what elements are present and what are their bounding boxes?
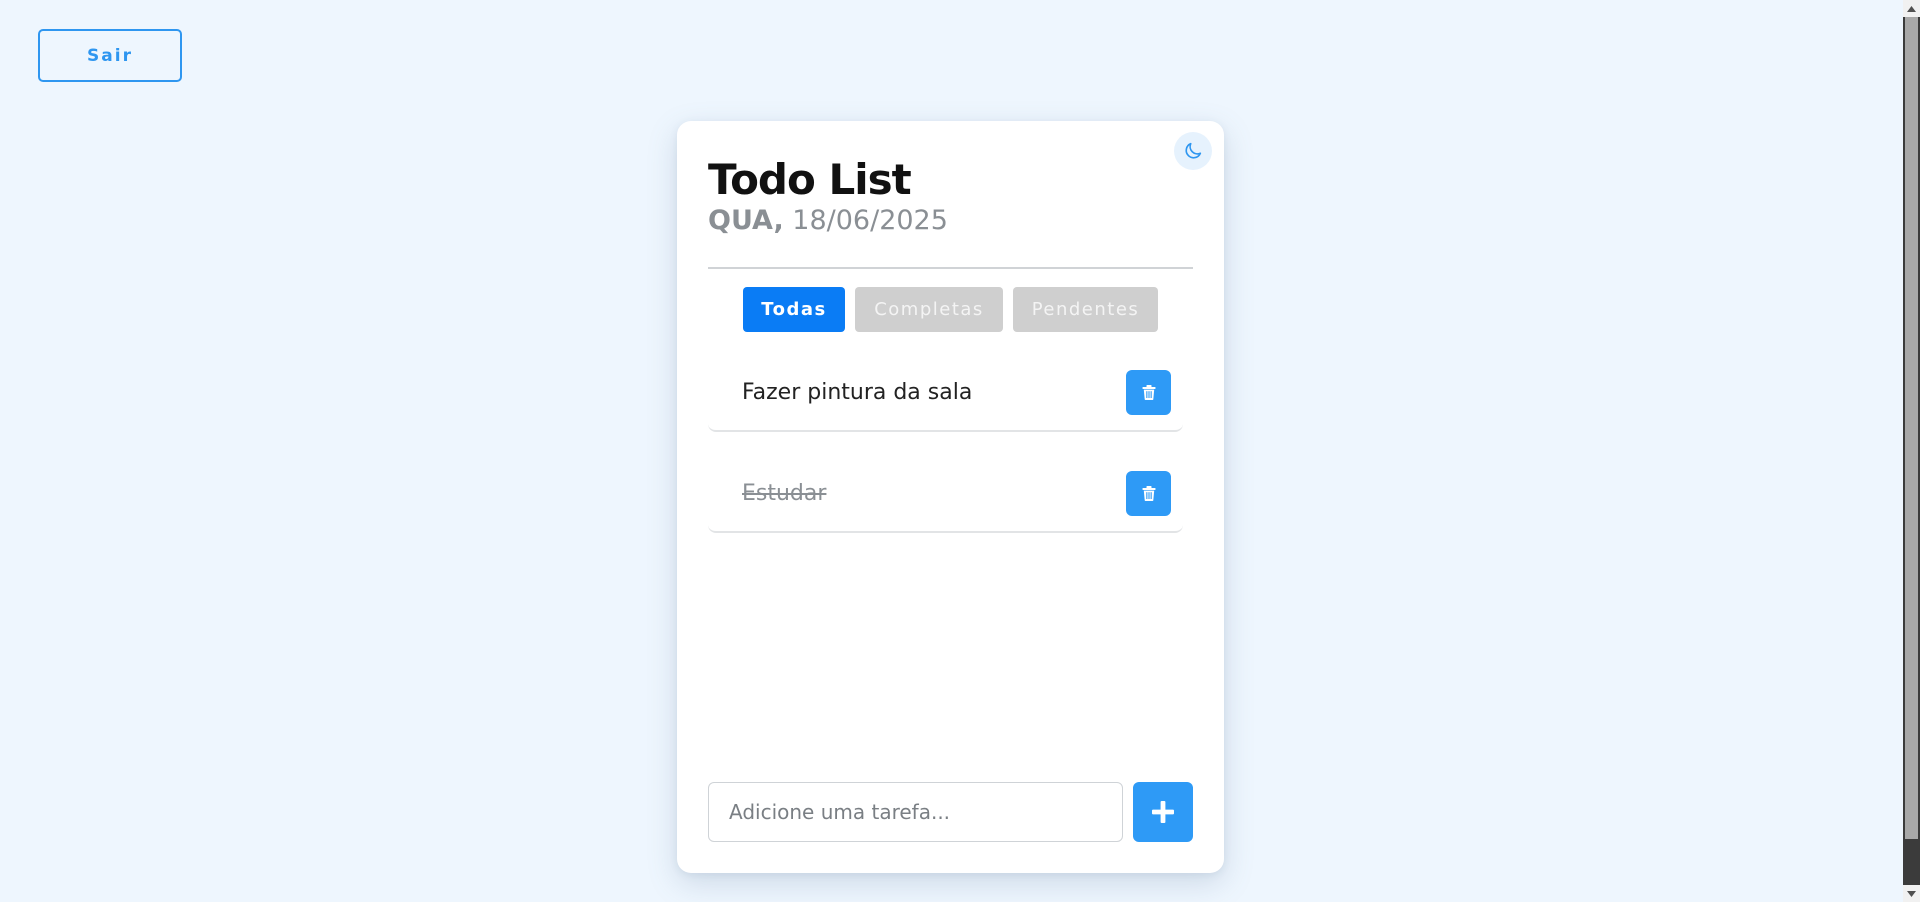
filter-completed-button[interactable]: Completas	[855, 287, 1003, 332]
todo-card: Todo List QUA, 18/06/2025 Todas Completa…	[677, 121, 1224, 873]
page-title: Todo List	[708, 155, 912, 204]
task-text[interactable]: Fazer pintura da sala	[742, 380, 972, 405]
current-date: QUA, 18/06/2025	[708, 205, 1193, 236]
task-input[interactable]	[708, 782, 1123, 842]
task-list: Fazer pintura da sala Estudar	[708, 354, 1183, 556]
filter-tabs: Todas Completas Pendentes	[743, 287, 1158, 332]
page: Sair Todo List QUA, 18/06/2025 Todas Com…	[0, 0, 1920, 902]
scroll-down-icon[interactable]	[1903, 885, 1920, 902]
delete-task-button[interactable]	[1126, 370, 1171, 415]
list-item[interactable]: Estudar	[708, 455, 1183, 533]
trash-icon	[1142, 486, 1155, 501]
add-task-button[interactable]	[1133, 782, 1193, 842]
date-value: 18/06/2025	[792, 205, 948, 237]
plus-icon	[1152, 801, 1174, 823]
add-task-row	[708, 782, 1193, 842]
scrollbar-thumb[interactable]	[1905, 17, 1918, 839]
logout-button[interactable]: Sair	[38, 29, 182, 82]
filter-all-button[interactable]: Todas	[743, 287, 845, 332]
card-header: Todo List QUA, 18/06/2025	[708, 155, 1193, 269]
list-item[interactable]: Fazer pintura da sala	[708, 354, 1183, 432]
filter-pending-button[interactable]: Pendentes	[1013, 287, 1158, 332]
trash-icon	[1142, 385, 1155, 400]
date-weekday: QUA,	[708, 205, 784, 237]
delete-task-button[interactable]	[1126, 471, 1171, 516]
scrollbar[interactable]	[1903, 0, 1920, 902]
scroll-up-icon[interactable]	[1903, 0, 1920, 17]
task-text[interactable]: Estudar	[742, 481, 826, 506]
